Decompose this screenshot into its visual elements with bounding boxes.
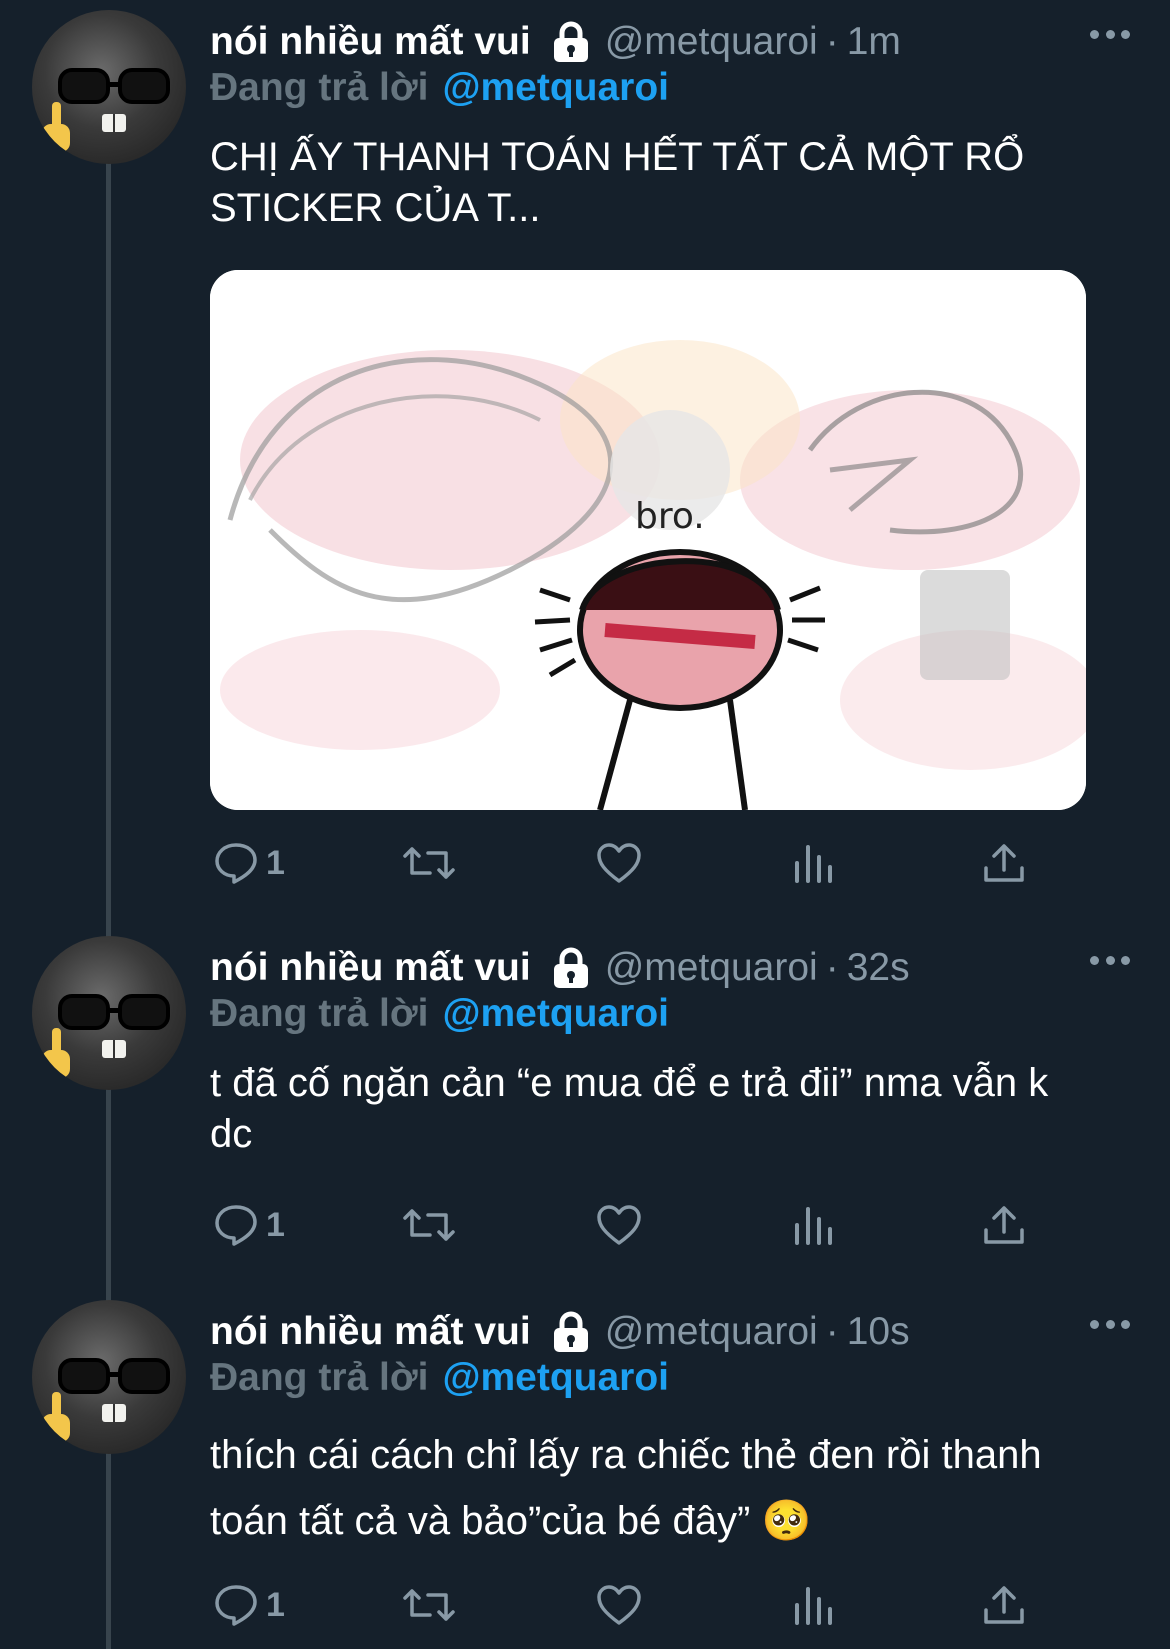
reply-label: Đang trả lời [210, 1356, 429, 1399]
timestamp[interactable]: 32s [847, 946, 910, 990]
avatar[interactable] [32, 10, 186, 164]
lock-icon [551, 21, 591, 63]
replying-to: Đang trả lời @metquaroi [210, 992, 669, 1036]
analytics-icon [792, 843, 834, 883]
share-button[interactable] [982, 838, 1026, 888]
reply-button[interactable]: 1 [214, 1580, 285, 1630]
analytics-button[interactable] [792, 838, 834, 888]
author-name[interactable]: nói nhiều mất vui [210, 20, 531, 64]
share-icon [982, 1584, 1026, 1626]
tweet-header: nói nhiều mất vui @metquaroi · 32s [210, 942, 910, 994]
reply-count: 1 [266, 1205, 285, 1244]
tweet-actions: 1 [210, 1200, 1090, 1250]
lock-icon [551, 947, 591, 989]
author-handle[interactable]: @metquaroi [605, 1310, 818, 1354]
more-icon[interactable] [1090, 1318, 1130, 1330]
more-icon[interactable] [1090, 28, 1130, 40]
author-name[interactable]: nói nhiều mất vui [210, 1310, 531, 1354]
tweet-image[interactable]: bro. [210, 270, 1086, 810]
like-button[interactable] [596, 1200, 642, 1250]
reply-count: 1 [266, 843, 285, 882]
replying-to: Đang trả lời @metquaroi [210, 1356, 669, 1400]
separator: · [825, 946, 839, 989]
replying-to: Đang trả lời @metquaroi [210, 66, 669, 110]
avatar[interactable] [32, 936, 186, 1090]
reply-button[interactable]: 1 [214, 1200, 285, 1250]
analytics-icon [792, 1585, 834, 1625]
tweet-text: thích cái cách chỉ lấy ra chiếc thẻ đen … [210, 1433, 1042, 1543]
like-icon [596, 1204, 642, 1246]
share-icon [982, 1204, 1026, 1246]
reply-count: 1 [266, 1585, 285, 1624]
tweet[interactable]: nói nhiều mất vui @metquaroi · 1m Đang t… [0, 0, 1170, 910]
reply-icon [214, 1584, 258, 1626]
separator: · [825, 20, 839, 63]
like-icon [596, 842, 642, 884]
lock-icon [551, 1311, 591, 1353]
author-name[interactable]: nói nhiều mất vui [210, 946, 531, 990]
retweet-icon [402, 1585, 456, 1625]
share-button[interactable] [982, 1580, 1026, 1630]
like-button[interactable] [596, 1580, 642, 1630]
tweet-header: nói nhiều mất vui @metquaroi · 10s [210, 1306, 910, 1358]
author-handle[interactable]: @metquaroi [605, 20, 818, 64]
image-caption: bro. [635, 496, 705, 537]
reply-handle-link[interactable]: @metquaroi [442, 1356, 669, 1399]
retweet-icon [402, 1205, 456, 1245]
separator: · [825, 1310, 839, 1353]
tweet-actions: 1 [210, 838, 1090, 888]
share-button[interactable] [982, 1200, 1026, 1250]
retweet-button[interactable] [402, 838, 456, 888]
drawing-image: bro. [210, 270, 1086, 810]
avatar[interactable] [32, 1300, 186, 1454]
analytics-icon [792, 1205, 834, 1245]
tweet[interactable]: nói nhiều mất vui @metquaroi · 32s Đang … [0, 926, 1170, 1276]
timestamp[interactable]: 10s [847, 1310, 910, 1354]
more-icon[interactable] [1090, 954, 1130, 966]
like-button[interactable] [596, 838, 642, 888]
tweet[interactable]: nói nhiều mất vui @metquaroi · 10s Đang … [0, 1290, 1170, 1649]
retweet-button[interactable] [402, 1200, 456, 1250]
retweet-button[interactable] [402, 1580, 456, 1630]
reply-label: Đang trả lời [210, 992, 429, 1035]
like-icon [596, 1584, 642, 1626]
retweet-icon [402, 843, 456, 883]
reply-icon [214, 842, 258, 884]
reply-label: Đang trả lời [210, 66, 429, 109]
author-handle[interactable]: @metquaroi [605, 946, 818, 990]
tweet-actions: 1 [210, 1580, 1090, 1630]
analytics-button[interactable] [792, 1580, 834, 1630]
tweet-text: t đã cố ngăn cản “e mua để e trả đii” nm… [210, 1061, 1049, 1156]
share-icon [982, 842, 1026, 884]
analytics-button[interactable] [792, 1200, 834, 1250]
reply-button[interactable]: 1 [214, 838, 285, 888]
tweet-text: CHỊ ẤY THANH TOÁN HẾT TẤT CẢ MỘT RỔ STIC… [210, 135, 1025, 230]
timestamp[interactable]: 1m [847, 20, 901, 64]
reply-icon [214, 1204, 258, 1246]
tweet-header: nói nhiều mất vui @metquaroi · 1m [210, 16, 901, 68]
reply-handle-link[interactable]: @metquaroi [442, 66, 669, 109]
reply-handle-link[interactable]: @metquaroi [442, 992, 669, 1035]
